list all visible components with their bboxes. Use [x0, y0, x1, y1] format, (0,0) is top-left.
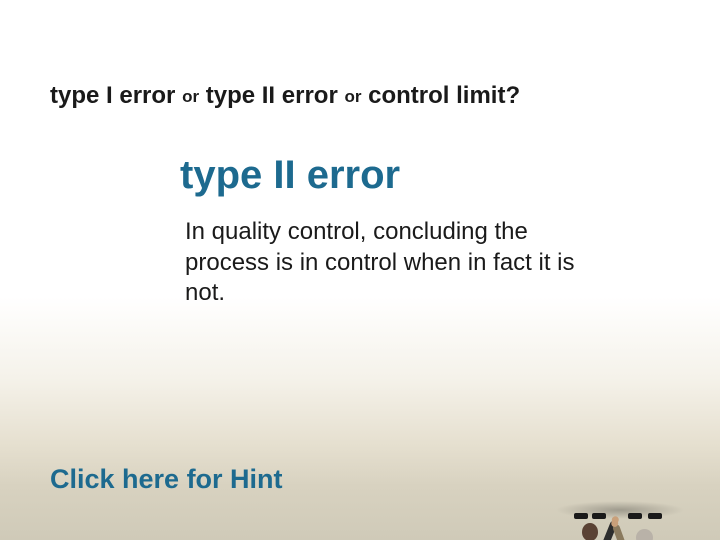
option-control-limit: control limit?: [368, 82, 520, 109]
option-type-ii: type II error: [206, 82, 338, 109]
answer-heading: type II error: [180, 153, 400, 198]
arm-raised-icon: [612, 524, 629, 540]
answer-definition: In quality control, concluding the proce…: [185, 217, 585, 309]
head-icon: [582, 523, 598, 540]
head-icon: [636, 529, 653, 540]
or-separator-1: or: [182, 87, 199, 106]
slide: type I error or type II error or control…: [0, 0, 720, 540]
people-illustration: [560, 375, 680, 515]
shoe-icon: [574, 513, 588, 519]
or-separator-2: or: [344, 87, 361, 106]
shoe-icon: [592, 513, 606, 519]
question-line: type I error or type II error or control…: [50, 82, 690, 110]
option-type-i: type I error: [50, 82, 175, 109]
shoe-icon: [648, 513, 662, 519]
shoe-icon: [628, 513, 642, 519]
hint-link[interactable]: Click here for Hint: [50, 464, 283, 495]
